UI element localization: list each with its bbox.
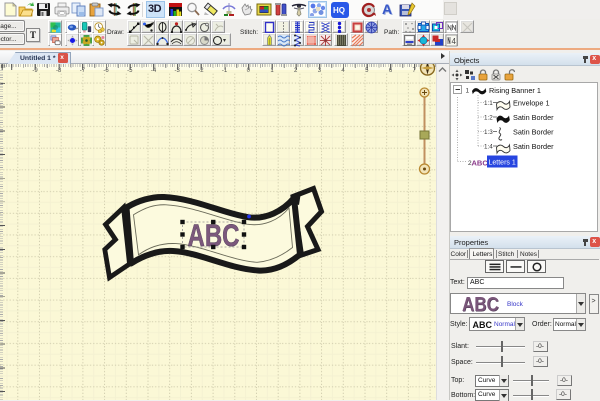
svg-text:1:1: 1:1 [484, 100, 493, 107]
svg-text:Rising Banner 1: Rising Banner 1 [489, 86, 541, 95]
svg-text:1:3: 1:3 [484, 129, 493, 136]
svg-text:Satin Border: Satin Border [513, 142, 554, 151]
svg-text:N: N [426, 64, 432, 65]
svg-text:Letters 1: Letters 1 [489, 160, 516, 167]
svg-text:Envelope 1: Envelope 1 [513, 99, 550, 108]
svg-text:Satin Border: Satin Border [513, 113, 554, 122]
svg-text:Satin Border: Satin Border [513, 128, 554, 137]
svg-text:ABC: ABC [472, 159, 489, 168]
svg-text:4: 4 [451, 37, 456, 46]
svg-text:1:2: 1:2 [484, 115, 493, 122]
svg-text:1: 1 [466, 88, 470, 95]
svg-text:1:4: 1:4 [484, 144, 493, 151]
